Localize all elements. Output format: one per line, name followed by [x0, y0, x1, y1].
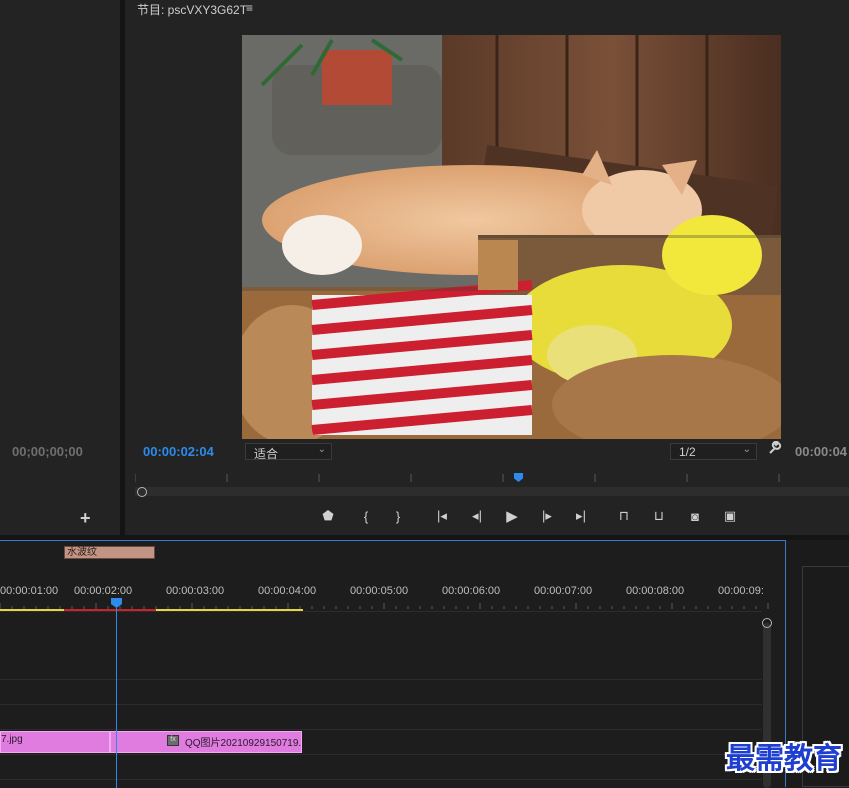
source-timecode[interactable]: 00;00;00;00: [12, 444, 83, 459]
go-to-out-button[interactable]: ▸|: [570, 506, 592, 526]
play-button[interactable]: ▶: [501, 506, 523, 526]
track-divider: [0, 611, 762, 612]
fit-select-value: 适合: [254, 447, 279, 461]
go-to-out-icon: ▸|: [576, 508, 586, 523]
mark-in-button[interactable]: {: [355, 506, 377, 526]
timeline-time-label: 00:00:03:00: [166, 585, 225, 597]
track-divider: [0, 704, 762, 705]
transition-effect[interactable]: 水波纹: [64, 546, 155, 559]
camera-icon: ◙: [691, 508, 699, 524]
clip-label: QQ图片20210929150719.: [185, 738, 302, 749]
marker-icon: ⬟: [322, 508, 334, 523]
add-button[interactable]: +: [80, 508, 91, 529]
wrench-icon[interactable]: [768, 440, 782, 458]
timeline-time-label: 00:00:01:00: [0, 585, 59, 597]
scroll-handle[interactable]: [762, 618, 772, 628]
track-divider: [0, 754, 762, 755]
fit-select[interactable]: 适合 ⌄: [245, 443, 332, 461]
clip-label: 7.jpg: [1, 734, 23, 745]
timeline-clip[interactable]: fx QQ图片20210929150719.: [110, 731, 302, 753]
step-forward-icon: |▸: [542, 508, 552, 523]
video-preview: [242, 35, 781, 439]
end-timecode[interactable]: 00:00:04: [795, 444, 847, 459]
timeline-time-label: 00:00:05:00: [350, 585, 409, 597]
chevron-down-icon: ⌄: [742, 444, 751, 455]
monitor-scroll-bar[interactable]: [135, 487, 849, 496]
resolution-select-value: 1/2: [679, 445, 696, 459]
chevron-down-icon: ⌄: [317, 444, 326, 455]
scroll-handle[interactable]: [137, 487, 147, 497]
fx-badge: fx: [167, 735, 179, 746]
go-to-in-icon: |◂: [437, 508, 447, 523]
video-frame-image: [242, 35, 781, 439]
step-forward-button[interactable]: |▸: [536, 506, 558, 526]
timeline-time-label: 00:00:09:: [718, 585, 764, 597]
lift-button[interactable]: ⊓: [613, 506, 635, 526]
mark-in-icon: {: [363, 508, 369, 524]
go-to-in-button[interactable]: |◂: [431, 506, 453, 526]
mark-out-icon: }: [395, 508, 401, 524]
source-monitor-panel: 00;00;00;00 +: [0, 0, 120, 535]
extract-icon: ⊔: [653, 508, 665, 523]
panel-menu-icon[interactable]: ≡: [246, 1, 253, 15]
play-icon: ▶: [506, 508, 518, 525]
comparison-icon: ▣: [723, 508, 737, 523]
comparison-view-button[interactable]: ▣: [719, 506, 741, 526]
extract-button[interactable]: ⊔: [648, 506, 670, 526]
watermark-logo: 最需教育: [726, 741, 843, 775]
current-timecode[interactable]: 00:00:02:04: [143, 444, 214, 459]
timeline-time-label: 00:00:02:00: [74, 585, 133, 597]
export-frame-button[interactable]: ◙: [684, 506, 706, 526]
resolution-select[interactable]: 1/2 ⌄: [670, 443, 757, 460]
lift-icon: ⊓: [618, 508, 630, 523]
track-divider: [0, 779, 762, 780]
timeline-time-label: 00:00:06:00: [442, 585, 501, 597]
program-monitor-panel: 节目: pscVXY3G62T ≡ 00:00:02:04 适合 ⌄ 1/2 ⌄…: [125, 0, 849, 535]
track-divider: [0, 729, 762, 730]
timeline-panel: 00:00:01:00 00:00:02:00 00:00:03:00 00:0…: [0, 540, 786, 788]
step-back-button[interactable]: ◂|: [466, 506, 488, 526]
timeline-time-label: 00:00:08:00: [626, 585, 685, 597]
playhead-line: [116, 608, 117, 788]
mark-out-button[interactable]: }: [387, 506, 409, 526]
timeline-clip[interactable]: 7.jpg: [0, 731, 110, 753]
monitor-time-ruler[interactable]: [135, 472, 849, 482]
panel-title[interactable]: 节目: pscVXY3G62T: [137, 1, 247, 18]
timeline-time-label: 00:00:07:00: [534, 585, 593, 597]
timeline-time-label: 00:00:04:00: [258, 585, 317, 597]
step-back-icon: ◂|: [472, 508, 482, 523]
track-divider: [0, 679, 762, 680]
add-marker-button[interactable]: ⬟: [317, 506, 339, 526]
